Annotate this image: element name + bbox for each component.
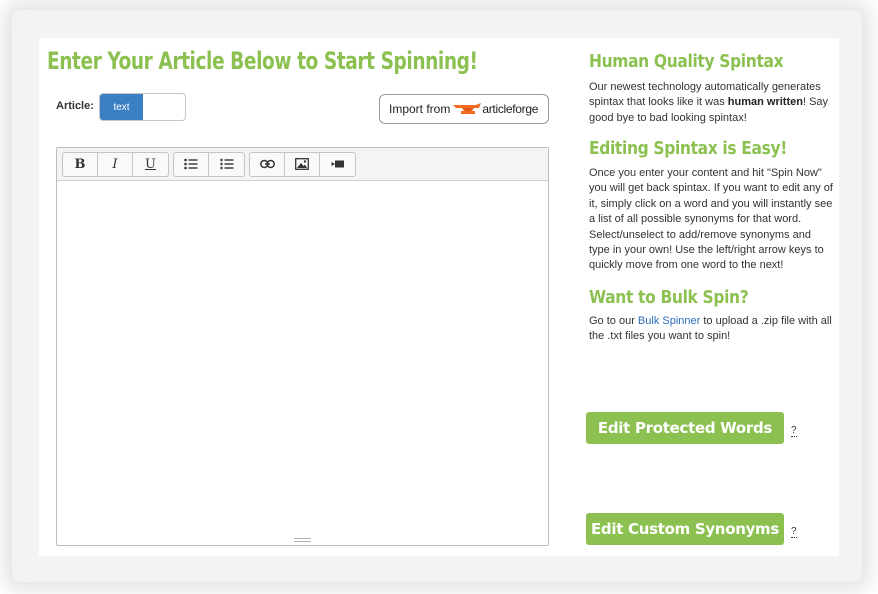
articleforge-logo: articleforge <box>452 101 538 117</box>
editor-resize-handle[interactable] <box>294 538 311 542</box>
format-group: B I U <box>62 151 169 177</box>
text-bulk-spin: Go to our Bulk Spinner to upload a .zip … <box>589 314 834 345</box>
video-icon <box>331 160 344 168</box>
import-articleforge-button[interactable]: Import from articleforge <box>379 94 549 124</box>
bulk-spinner-link[interactable]: Bulk Spinner <box>638 315 700 327</box>
heading-editing-easy: Editing Spintax is Easy! <box>589 138 787 159</box>
article-text-area[interactable] <box>57 182 548 545</box>
link-icon <box>259 159 275 169</box>
bulleted-list-button[interactable] <box>174 152 209 176</box>
toggle-selected-option[interactable]: text <box>100 94 143 120</box>
insert-image-button[interactable] <box>285 152 320 176</box>
heading-bulk-spin: Want to Bulk Spin? <box>589 287 749 308</box>
protected-words-help-link[interactable]: ? <box>791 425 797 437</box>
text-bulk-spin-part1: Go to our <box>589 315 638 327</box>
heading-human-quality: Human Quality Spintax <box>589 51 784 72</box>
text-mode-toggle[interactable]: text <box>99 93 186 121</box>
numbered-list-icon <box>220 158 233 170</box>
spinner-panel: Enter Your Article Below to Start Spinni… <box>39 38 839 556</box>
insert-group <box>249 151 356 177</box>
import-label: Import from <box>389 102 451 116</box>
underline-button[interactable]: U <box>133 153 168 176</box>
text-human-quality-bold: human written <box>727 96 803 109</box>
editor-toolbar: B I U <box>57 148 548 181</box>
insert-link-button[interactable] <box>250 152 285 176</box>
image-icon <box>295 158 309 170</box>
article-label: Article: <box>56 100 94 112</box>
text-editing-easy: Once you enter your content and hit "Spi… <box>589 167 833 272</box>
bold-button[interactable]: B <box>63 152 98 176</box>
edit-protected-words-button[interactable]: Edit Protected Words <box>586 412 784 444</box>
edit-custom-synonyms-button[interactable]: Edit Custom Synonyms <box>586 513 784 545</box>
articleforge-anvil-icon <box>453 103 482 114</box>
bulleted-list-icon <box>184 158 198 170</box>
text-human-quality: Our newest technology automatically gene… <box>589 80 834 126</box>
custom-synonyms-help-link[interactable]: ? <box>791 526 797 538</box>
numbered-list-button[interactable] <box>209 153 244 176</box>
article-editor[interactable]: B I U <box>56 147 549 546</box>
list-group <box>173 151 245 177</box>
insert-video-button[interactable] <box>320 153 355 176</box>
articleforge-wordmark: articleforge <box>482 102 539 116</box>
page-title: Enter Your Article Below to Start Spinni… <box>47 47 478 75</box>
italic-button[interactable]: I <box>98 152 133 176</box>
